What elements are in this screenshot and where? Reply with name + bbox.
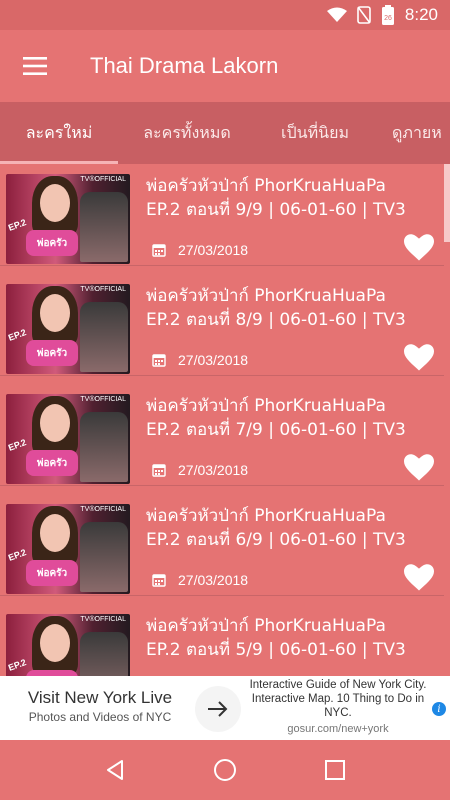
heart-icon[interactable] xyxy=(404,454,434,482)
nav-bar xyxy=(0,740,450,800)
episode-card[interactable]: TV®OFFICIALEP.2พ่อครัว พ่อครัวหัวป่าก์ P… xyxy=(0,384,444,486)
ad-body: Interactive Guide of New York City. Inte… xyxy=(240,678,436,736)
battery-level: 26 xyxy=(384,15,392,22)
episode-thumbnail: TV®OFFICIALEP.2พ่อครัว xyxy=(6,504,130,594)
ad-headline: Visit New York Live xyxy=(27,688,173,707)
arrow-right-icon xyxy=(208,701,228,717)
calendar-icon xyxy=(152,574,166,587)
episode-title: พ่อครัวหัวป่าก์ PhorKruaHuaPa EP.2 ตอนที่… xyxy=(146,396,406,440)
episode-card[interactable]: TV®OFFICIALEP.2พ่อครัว พ่อครัวหัวป่าก์ P… xyxy=(0,274,444,376)
heart-icon[interactable] xyxy=(404,234,434,262)
episode-date: 27/03/2018 xyxy=(152,242,248,258)
tab-label: เป็นที่นิยม xyxy=(281,122,349,142)
ad-url: gosur.com/new+york xyxy=(287,723,389,735)
back-button[interactable] xyxy=(95,750,135,790)
ad-open-button[interactable] xyxy=(195,686,241,732)
hamburger-icon xyxy=(23,57,47,75)
list-scrollbar[interactable] xyxy=(444,164,450,242)
ad-subline: Photos and Videos of NYC xyxy=(28,710,172,724)
calendar-icon xyxy=(152,244,166,257)
back-icon xyxy=(107,760,123,780)
tab-label: ละครใหม่ xyxy=(25,122,93,142)
home-button[interactable] xyxy=(205,750,245,790)
tab-label: ละครทั้งหมด xyxy=(143,122,231,142)
tab-bar: ละครใหม่ ละครทั้งหมด เป็นที่นิยม ดูภายห xyxy=(0,102,450,164)
episode-date: 27/03/2018 xyxy=(152,462,248,478)
calendar-icon xyxy=(152,354,166,367)
episode-thumbnail: TV®OFFICIALEP.2พ่อครัว xyxy=(6,284,130,374)
home-icon xyxy=(214,759,236,781)
episode-list[interactable]: TV®OFFICIAL EP.2 พ่อครัว พ่อครัวหัวป่าก์ P… xyxy=(0,164,450,676)
episode-title: พ่อครัวหัวป่าก์ PhorKruaHuaPa EP.2 ตอนที่… xyxy=(146,176,406,220)
episode-date: 27/03/2018 xyxy=(152,572,248,588)
episode-card[interactable]: TV®OFFICIALEP.2พ่อครัว พ่อครัวหัวป่าก์ P… xyxy=(0,164,444,266)
episode-card[interactable]: TV®OFFICIALEP.2พ่อครัว พ่อครัวหัวป่าก์ P… xyxy=(0,494,444,596)
battery-icon: 26 xyxy=(381,5,395,25)
tab-watch-later[interactable]: ดูภายห xyxy=(378,102,450,164)
heart-icon[interactable] xyxy=(404,344,434,372)
app-bar: Thai Drama Lakorn xyxy=(0,30,450,102)
status-bar: 26 8:20 xyxy=(0,0,450,30)
episode-thumbnail: TV®OFFICIALEP.2พ่อครัว xyxy=(6,614,130,676)
recents-icon xyxy=(325,760,345,780)
menu-button[interactable] xyxy=(0,30,70,102)
wifi-icon xyxy=(326,7,347,23)
episode-title: พ่อครัวหัวป่าก์ PhorKruaHuaPa EP.2 ตอนที่… xyxy=(146,616,406,660)
episode-date: 27/03/2018 xyxy=(152,352,248,368)
ad-left: Visit New York Live Photos and Videos of… xyxy=(10,688,190,724)
no-sim-icon xyxy=(357,6,371,24)
tab-popular[interactable]: เป็นที่นิยม xyxy=(256,102,374,164)
tab-label: ดูภายห xyxy=(392,122,442,142)
heart-icon[interactable] xyxy=(404,564,434,592)
recents-button[interactable] xyxy=(315,750,355,790)
episode-thumbnail: TV®OFFICIALEP.2พ่อครัว xyxy=(6,394,130,484)
episode-thumbnail: TV®OFFICIALEP.2พ่อครัว xyxy=(6,174,130,264)
episode-card[interactable]: TV®OFFICIALEP.2พ่อครัว พ่อครัวหัวป่าก์ P… xyxy=(0,604,444,676)
info-icon[interactable]: i xyxy=(432,702,446,716)
ad-description: Interactive Guide of New York City. Inte… xyxy=(249,679,427,719)
episode-title: พ่อครัวหัวป่าก์ PhorKruaHuaPa EP.2 ตอนที่… xyxy=(146,286,406,330)
tab-all-dramas[interactable]: ละครทั้งหมด xyxy=(118,102,256,164)
status-time: 8:20 xyxy=(404,5,438,24)
tab-new-dramas[interactable]: ละครใหม่ xyxy=(0,102,118,164)
episode-title: พ่อครัวหัวป่าก์ PhorKruaHuaPa EP.2 ตอนที่… xyxy=(146,506,406,550)
calendar-icon xyxy=(152,464,166,477)
ad-banner[interactable]: Visit New York Live Photos and Videos of… xyxy=(0,676,450,740)
app-title: Thai Drama Lakorn xyxy=(90,53,279,78)
